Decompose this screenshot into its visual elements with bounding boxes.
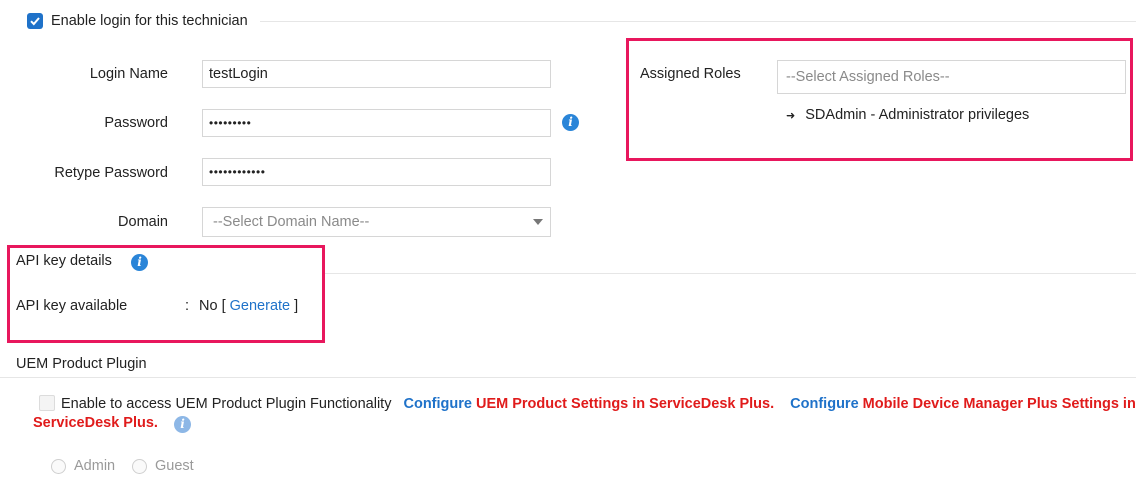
password-info-icon[interactable]: i bbox=[562, 114, 579, 131]
chevron-down-icon bbox=[533, 219, 543, 225]
mdm-settings-text-line2: ServiceDesk Plus. bbox=[33, 415, 158, 431]
uem-divider bbox=[0, 377, 1136, 378]
password-label: Password bbox=[104, 115, 168, 131]
mdm-settings-text: Mobile Device Manager Plus Settings in bbox=[862, 396, 1136, 412]
assigned-roles-placeholder: --Select Assigned Roles-- bbox=[786, 69, 950, 85]
enable-login-checkbox[interactable] bbox=[27, 13, 43, 29]
api-key-value: No bbox=[199, 298, 218, 314]
configure-mdm-link[interactable]: Configure bbox=[790, 396, 858, 412]
bracket-close: ] bbox=[294, 298, 299, 314]
configure-uem-link[interactable]: Configure bbox=[403, 396, 471, 412]
assigned-role-item: ➜ SDAdmin - Administrator privileges bbox=[786, 107, 1029, 123]
api-key-info-icon[interactable]: i bbox=[131, 254, 148, 271]
checkmark-icon bbox=[30, 17, 40, 26]
login-name-label: Login Name bbox=[89, 66, 168, 82]
api-key-separator: : bbox=[185, 298, 190, 314]
domain-select[interactable]: --Select Domain Name-- bbox=[202, 207, 551, 237]
admin-radio-label: Admin bbox=[74, 458, 116, 474]
generate-link[interactable]: Generate bbox=[230, 298, 290, 314]
uem-heading: UEM Product Plugin bbox=[16, 356, 147, 372]
assigned-role-text: SDAdmin - Administrator privileges bbox=[805, 107, 1030, 123]
api-key-value-group: No [ Generate ] bbox=[199, 298, 298, 314]
password-input[interactable]: ••••••••• bbox=[202, 109, 551, 137]
retype-password-input[interactable]: •••••••••••• bbox=[202, 158, 551, 186]
api-key-divider bbox=[325, 273, 1136, 274]
guest-radio[interactable] bbox=[132, 459, 147, 474]
top-divider bbox=[260, 21, 1136, 22]
uem-line1: Enable to access UEM Product Plugin Func… bbox=[61, 396, 1136, 412]
guest-radio-label: Guest bbox=[155, 458, 194, 474]
enable-login-label: Enable login for this technician bbox=[51, 13, 248, 29]
assigned-roles-label: Assigned Roles bbox=[640, 66, 741, 82]
domain-label: Domain bbox=[118, 214, 168, 230]
login-name-input[interactable]: testLogin bbox=[202, 60, 551, 88]
admin-radio[interactable] bbox=[51, 459, 66, 474]
uem-checkbox[interactable] bbox=[39, 395, 55, 411]
bracket-open: [ bbox=[221, 298, 226, 314]
api-key-heading: API key details bbox=[16, 253, 112, 269]
domain-select-placeholder: --Select Domain Name-- bbox=[213, 214, 370, 230]
retype-password-label: Retype Password bbox=[54, 165, 168, 181]
api-key-available-label: API key available bbox=[16, 298, 128, 314]
assigned-roles-select[interactable]: --Select Assigned Roles-- bbox=[777, 60, 1126, 94]
uem-info-icon[interactable]: i bbox=[174, 416, 191, 433]
arrow-right-icon: ➜ bbox=[786, 109, 796, 122]
uem-settings-text: UEM Product Settings in ServiceDesk Plus… bbox=[475, 396, 775, 412]
uem-checkbox-label: Enable to access UEM Product Plugin Func… bbox=[61, 396, 392, 412]
assigned-roles-highlight bbox=[626, 38, 1133, 161]
